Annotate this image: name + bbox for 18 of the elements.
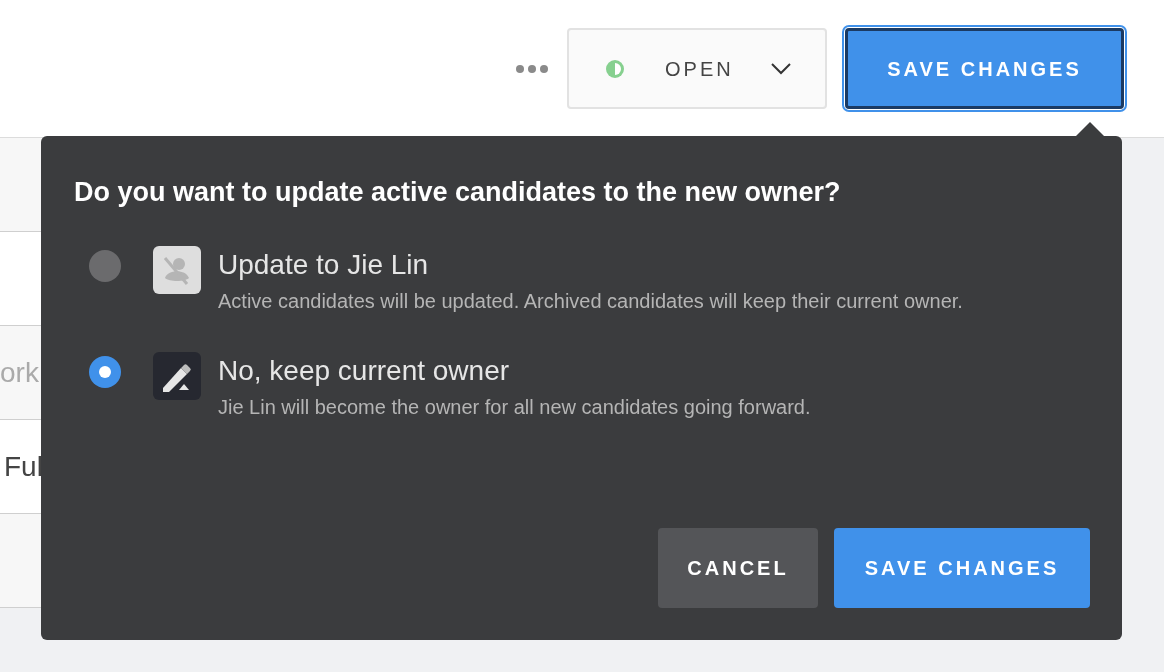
background-text: Ful: [3, 449, 43, 484]
option-title: Update to Jie Lin: [218, 248, 430, 282]
status-dropdown[interactable]: OPEN: [567, 28, 827, 109]
pencil-icon: [153, 352, 201, 400]
radio-button[interactable]: [89, 356, 121, 388]
status-icon: [605, 58, 625, 79]
more-icon[interactable]: [515, 63, 549, 74]
option-description: Jie Lin will become the owner for all new candidates going forward.: [218, 395, 811, 420]
option-row[interactable]: Update to Jie Lin Active candidates will be updated. Archived candidates will keep their current owner.: [74, 246, 1089, 316]
cancel-button[interactable]: CANCEL: [658, 528, 818, 608]
chevron-down-icon: [771, 62, 791, 75]
popover-question: Do you want to update active candidates to the new owner?: [74, 176, 842, 209]
radio-button[interactable]: [89, 250, 121, 282]
option-title: No, keep current owner: [218, 354, 511, 388]
background-text: ork: [0, 355, 39, 390]
option-row[interactable]: No, keep current owner Jie Lin will become the owner for all new candidates going forward.: [74, 352, 1089, 422]
person-off-icon: [153, 246, 201, 294]
option-description: Active candidates will be updated. Archived candidates will keep their current owner.: [218, 289, 963, 314]
